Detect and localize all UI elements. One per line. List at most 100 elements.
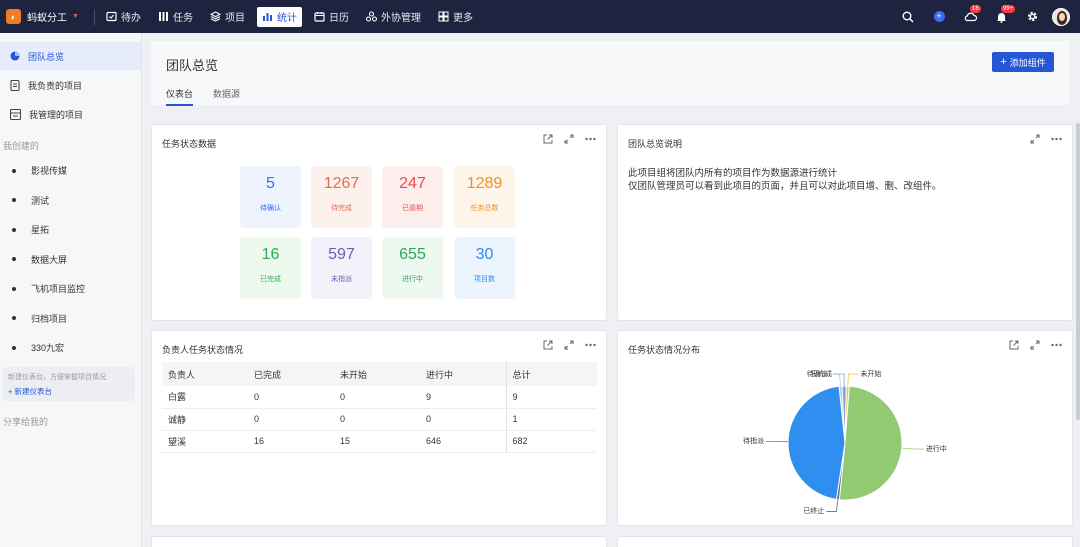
pie-leader-line [847, 373, 859, 387]
table-cell: 16 [248, 430, 334, 453]
nav-item-more[interactable]: 更多 [433, 7, 478, 27]
project-item[interactable]: 测试 [0, 186, 141, 216]
table-row[interactable]: 诚静 0 0 0 1 [162, 408, 597, 431]
pie-leader-line [833, 373, 845, 387]
assignee-table: 负责人 已完成 未开始 进行中 总计 白露 0 0 9 9 诚静 0 0 0 1… [162, 362, 597, 453]
tab-data-source[interactable]: 数据源 [213, 87, 240, 106]
description-line: 此项目组将团队内所有的项目作为数据源进行统计 [628, 168, 838, 179]
table-cell: 646 [420, 430, 507, 453]
stat-in-progress[interactable]: 655 进行中 [382, 237, 443, 299]
new-dashboard-link[interactable]: + 新建仪表台 [8, 386, 130, 397]
export-button[interactable] [543, 340, 553, 350]
task-distribution-card: 任务状态情况分布 待确认 已完成 未开始 进行中 已终止 待指派 [617, 330, 1073, 526]
stat-to-complete[interactable]: 1267 待完成 [311, 166, 372, 228]
bullet [12, 316, 16, 321]
stats-icon [263, 13, 272, 21]
nav-item-label: 待办 [121, 13, 141, 24]
section-created-by-me: 我创建的 [3, 141, 40, 151]
bullet [12, 286, 16, 291]
stat-total-tasks[interactable]: 1289 任务总数 [454, 166, 515, 228]
export-button[interactable] [543, 134, 553, 144]
section-shared-with-me: 分享给我的 [3, 416, 49, 427]
cloud-sync-button[interactable]: 18 [963, 4, 981, 24]
bullet [12, 168, 16, 173]
nav-item-label: 日历 [329, 13, 349, 24]
sidebar-item-managed-projects[interactable]: 我管理的项目 [0, 100, 141, 128]
pie-slice-label: 未开始 [860, 371, 882, 379]
nav-item-task[interactable]: 任务 [153, 7, 198, 27]
description-line: 仅团队管理员可以看到此项目的页面，并且可以对此项目增、删、改组件。 [628, 181, 942, 192]
manage-icon [10, 108, 21, 120]
bullet [12, 227, 16, 232]
column-header[interactable]: 总计 [506, 362, 597, 386]
export-icon [543, 340, 553, 350]
project-list: 影视传媒 测试 星拓 数据大屏 飞机项目监控 归档项目 330九宏 [0, 156, 141, 363]
project-item[interactable]: 星拓 [0, 215, 141, 245]
search-icon [902, 11, 914, 23]
search-button[interactable] [901, 10, 915, 24]
card-tools [532, 134, 596, 144]
nav-item-calendar[interactable]: 日历 [309, 7, 354, 27]
project-label: 飞机项目监控 [31, 284, 86, 295]
sidebar-item-team-overview[interactable]: 团队总览 [0, 42, 141, 70]
nav-item-label: 更多 [453, 13, 473, 24]
gear-icon [1027, 11, 1037, 22]
project-item[interactable]: 飞机项目监控 [0, 274, 141, 304]
expand-button[interactable] [564, 340, 574, 350]
nav-item-todo[interactable]: 待办 [101, 7, 146, 27]
pie-slice[interactable] [787, 385, 846, 500]
stat-label: 未指派 [331, 276, 352, 283]
tab-dashboard[interactable]: 仪表台 [166, 87, 194, 106]
column-header[interactable]: 未开始 [334, 362, 420, 386]
vertical-scrollbar[interactable] [1076, 123, 1080, 420]
export-icon [543, 134, 553, 144]
project-item[interactable]: 数据大屏 [0, 245, 141, 275]
table-cell: 0 [248, 386, 334, 409]
stat-project-count[interactable]: 30 项目数 [454, 237, 515, 299]
column-header[interactable]: 已完成 [248, 362, 334, 386]
app-logo-icon: ◐ [6, 9, 21, 24]
nav-item-stats[interactable]: 统计 [257, 6, 302, 27]
table-cell: 白露 [162, 386, 248, 409]
more-dots-icon [1051, 137, 1062, 141]
project-item[interactable]: 归档项目 [0, 304, 141, 334]
stat-completed[interactable]: 16 已完成 [240, 237, 301, 299]
app-switcher[interactable]: ◐ 蚂蚁分工 ▼ [0, 0, 88, 33]
notifications-button[interactable]: 99+ [994, 4, 1016, 24]
pie-leader-line [826, 499, 839, 512]
stat-value: 1267 [323, 175, 360, 192]
project-item[interactable]: 330九宏 [0, 333, 141, 363]
add-widget-button[interactable]: + 添加组件 [992, 52, 1054, 72]
table-header-row: 负责人 已完成 未开始 进行中 总计 [162, 362, 597, 386]
expand-button[interactable] [564, 134, 574, 144]
page-title: 团队总览 [166, 58, 219, 73]
plus-icon: + [1000, 56, 1007, 68]
description-text: 此项目组将团队内所有的项目作为数据源进行统计 仅团队管理员可以看到此项目的页面，… [628, 167, 942, 193]
pie-slice[interactable] [838, 385, 903, 501]
stat-unassigned[interactable]: 597 未指派 [311, 237, 372, 299]
nav-item-project[interactable]: 项目 [205, 7, 250, 27]
table-cell: 望溪 [162, 430, 248, 453]
settings-button[interactable] [1025, 10, 1039, 24]
sidebar-item-label: 团队总览 [28, 51, 65, 62]
notification-badge: 99+ [1001, 4, 1016, 13]
stat-pending-confirm[interactable]: 5 待确认 [240, 166, 301, 228]
nav-item-outsource[interactable]: 外协管理 [361, 7, 426, 27]
sidebar-item-my-projects[interactable]: 我负责的项目 [0, 71, 141, 99]
project-item[interactable]: 影视传媒 [0, 156, 141, 186]
more-button[interactable] [585, 137, 596, 141]
column-header[interactable]: 进行中 [420, 362, 507, 386]
more-button[interactable] [1051, 137, 1062, 141]
create-button[interactable]: + [932, 10, 946, 24]
more-icon [438, 11, 449, 22]
todo-icon [106, 11, 117, 22]
stat-value: 16 [261, 246, 280, 263]
table-cell: 9 [420, 386, 507, 409]
table-row[interactable]: 白露 0 0 9 9 [162, 386, 597, 409]
column-header[interactable]: 负责人 [162, 362, 248, 386]
stat-overdue[interactable]: 247 已逾期 [382, 166, 443, 228]
expand-button[interactable] [1030, 134, 1040, 144]
more-button[interactable] [585, 343, 596, 347]
table-row[interactable]: 望溪 16 15 646 682 [162, 430, 597, 453]
avatar[interactable] [1052, 7, 1070, 26]
